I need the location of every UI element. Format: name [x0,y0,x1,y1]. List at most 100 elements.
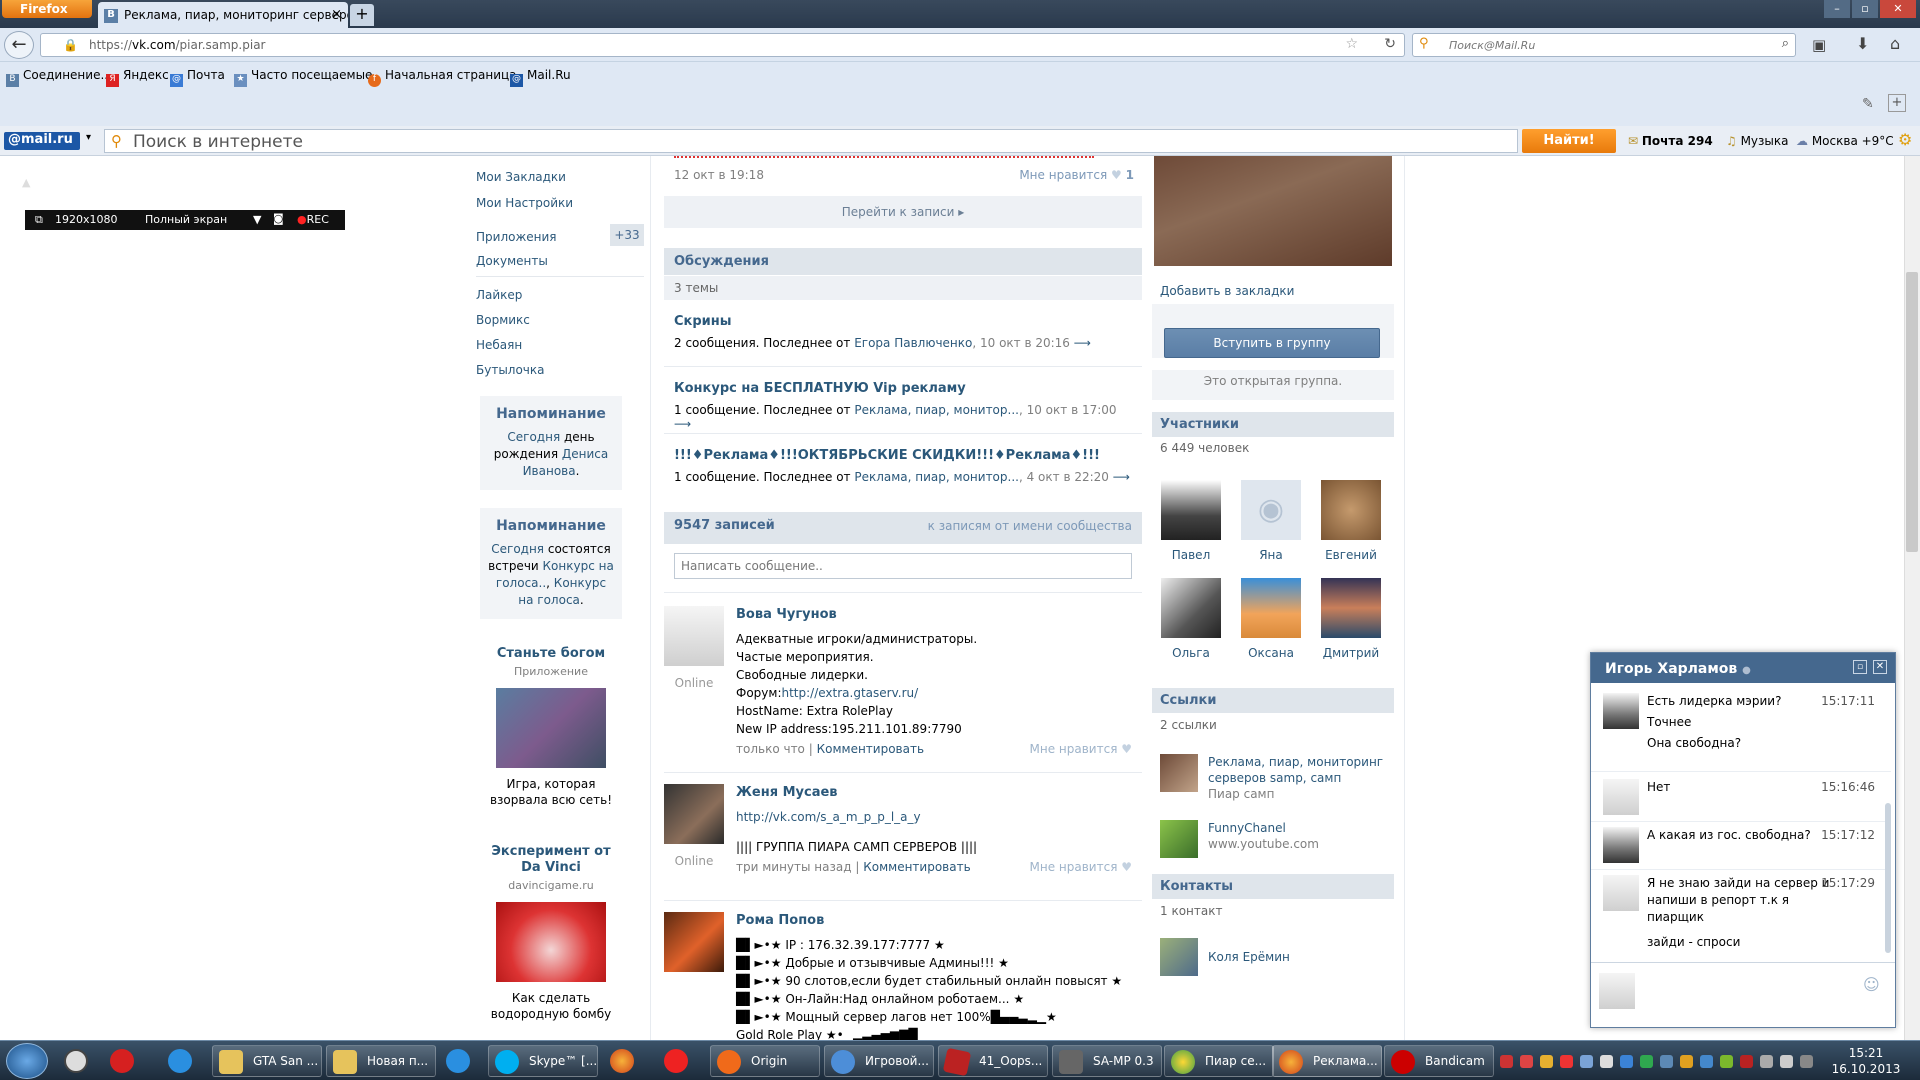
topic-title[interactable]: Конкурс на БЕСПЛАТНУЮ Vip рекламу [674,381,1134,396]
add-bookmark-link[interactable]: Добавить в закладки [1160,284,1294,298]
link-thumbnail[interactable] [1160,754,1198,792]
topic-author[interactable]: Реклама, пиар, монитор... [854,403,1019,417]
like-button[interactable]: Мне нравится ♥ [1030,740,1132,758]
topic-title[interactable]: Скрины [674,314,1134,329]
tray-icon[interactable] [1720,1055,1733,1068]
ad-block-davinci[interactable]: Эксперимент от Da Vinci davincigame.ru К… [480,844,622,1022]
home-icon[interactable]: ⌂ [1890,34,1900,53]
discussion-topic[interactable]: Скрины 2 сообщения. Последнее от Егора П… [674,314,1134,350]
dog-placeholder-icon[interactable]: ◉ [1241,480,1301,540]
taskbar-window[interactable]: Пиар се... [1164,1045,1274,1077]
tray-icon[interactable] [1660,1055,1673,1068]
member-photo[interactable] [1241,578,1301,638]
menu-item-bookmarks[interactable]: Мои Закладки [476,170,566,184]
taskbar-window[interactable]: Bandicam [1384,1045,1494,1077]
taskbar-pinned-app[interactable] [56,1045,96,1077]
apps-count-badge[interactable]: +33 [610,224,644,246]
wall-filter-link[interactable]: к записям от имени сообщества [928,519,1132,533]
discussions-header[interactable]: Обсуждения [664,248,1142,275]
volume-icon[interactable] [1600,1055,1613,1068]
ad-image[interactable] [496,902,606,982]
taskbar-pinned-app[interactable] [438,1045,478,1077]
find-button[interactable]: Найти! [1522,129,1616,153]
tray-icon[interactable] [1580,1055,1593,1068]
tray-icon[interactable] [1640,1055,1653,1068]
group-avatar[interactable] [1154,156,1392,266]
toolbar-widget-icon[interactable]: ▣ [1812,36,1826,54]
bookmark-item[interactable]: ★ Часто посещаемые [234,68,372,87]
tray-icon[interactable] [1540,1055,1553,1068]
mailru-logo[interactable]: @mail.ru [4,132,80,150]
close-tab-icon[interactable]: × [331,7,342,22]
tray-icon[interactable] [1500,1055,1513,1068]
goto-post-button[interactable]: Перейти к записи ▸ [664,196,1142,228]
search-icon[interactable]: ⌕ [1782,36,1789,51]
ad-image[interactable] [496,688,606,768]
chat-minimize-icon[interactable]: ▫ [1853,660,1867,674]
url-bar[interactable]: 🔒 https://vk.com/piar.samp.piar ☆ ↻ [40,33,1405,57]
menu-item-bottle[interactable]: Бутылочка [476,363,545,377]
bookmark-item[interactable]: @ Mail.Ru [510,68,571,87]
contacts-header[interactable]: Контакты [1152,874,1394,899]
bookmark-item[interactable]: Я Яндекс [106,68,169,87]
member-item[interactable]: Дмитрий [1318,578,1384,660]
comment-link[interactable]: Комментировать [817,742,924,756]
ad-title[interactable]: Эксперимент от Da Vinci [480,844,622,876]
member-photo[interactable] [1161,578,1221,638]
post-author[interactable]: Вова Чугунов [736,606,1132,624]
tray-icon[interactable] [1680,1055,1693,1068]
minimize-window-icon[interactable]: – [1824,0,1850,18]
like-button[interactable]: Мне нравится ♥ [1030,858,1132,876]
member-item[interactable]: Оксана [1238,578,1304,660]
bookmark-item[interactable]: f Начальная страница [368,68,517,87]
avatar[interactable] [664,784,724,844]
new-tab-button[interactable]: + [350,4,374,26]
join-group-button[interactable]: Вступить в группу [1164,328,1380,358]
ad-title[interactable]: Станьте богом [480,646,622,662]
chat-close-icon[interactable]: ✕ [1873,660,1887,674]
ad-block-god[interactable]: Станьте богом Приложение Игра, которая в… [480,646,622,808]
taskbar-pinned-app[interactable] [160,1045,200,1077]
member-item[interactable]: Павел [1158,480,1224,562]
reminder-today-link[interactable]: Сегодня [491,542,544,556]
taskbar-pinned-app[interactable] [102,1045,142,1077]
avatar[interactable] [1603,875,1639,911]
tray-icon[interactable] [1620,1055,1633,1068]
add-toolbar-icon[interactable]: + [1888,94,1906,112]
bookmark-star-icon[interactable]: ☆ [1345,36,1358,52]
taskbar-window-active[interactable]: Реклама... [1272,1045,1382,1077]
member-item[interactable]: ◉ Яна [1238,480,1304,562]
maximize-window-icon[interactable]: ▫ [1852,0,1878,18]
browser-search-field[interactable]: ⚲ Поиск@Mail.Ru ⌕ [1412,33,1796,57]
tray-icon[interactable] [1740,1055,1753,1068]
recorder-mode[interactable]: Полный экран [145,213,227,226]
chevron-down-icon[interactable]: ▼ [253,213,261,226]
avatar[interactable] [1603,779,1639,815]
post-link[interactable]: http://vk.com/s_a_m_p_p_l_a_y [736,808,1132,826]
bookmark-item[interactable]: В Соединение... [6,68,112,87]
taskbar-window[interactable]: Skype™ [... [488,1045,598,1077]
taskbar-clock[interactable]: 15:21 16.10.2013 [1826,1045,1906,1077]
topic-author[interactable]: Егора Павлюченко [854,336,972,350]
link-thumbnail[interactable] [1160,820,1198,858]
member-item[interactable]: Ольга [1158,578,1224,660]
tray-icon[interactable] [1800,1055,1813,1068]
tray-icon[interactable] [1700,1055,1713,1068]
contact-name[interactable]: Коля Ерёмин [1208,950,1290,964]
avatar[interactable] [1603,693,1639,729]
battery-icon[interactable] [1780,1055,1793,1068]
avatar[interactable] [1603,827,1639,863]
discussion-topic[interactable]: Конкурс на БЕСПЛАТНУЮ Vip рекламу 1 сооб… [674,381,1134,431]
camera-icon[interactable]: ◙ [273,212,284,225]
post-time[interactable]: только что [736,742,805,756]
gear-icon[interactable]: ⚙ [1898,130,1912,149]
discussion-topic[interactable]: !!!♦Реклама♦!!!ОКТЯБРЬСКИЕ СКИДКИ!!!♦Рек… [674,448,1134,484]
taskbar-window[interactable]: Origin [710,1045,820,1077]
post-author[interactable]: Рома Попов [736,912,1132,930]
member-photo[interactable] [1321,578,1381,638]
chat-message-input[interactable] [1643,971,1889,1019]
start-button[interactable] [6,1043,48,1079]
link-title[interactable]: Реклама, пиар, мониторинг серверов samp,… [1208,754,1388,786]
post-link[interactable]: http://extra.gtaserv.ru/ [782,686,919,700]
scrollbar-thumb[interactable] [1906,272,1918,552]
